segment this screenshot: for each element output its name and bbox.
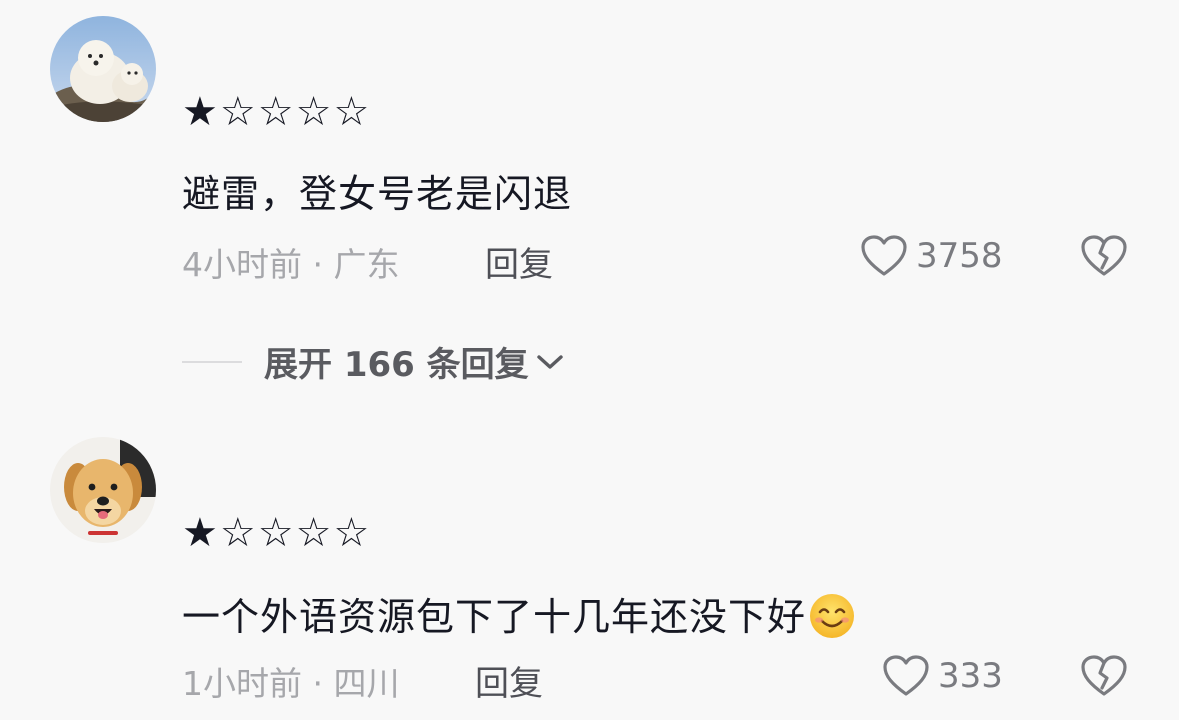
comment-text-content: 一个外语资源包下了十几年还没下好 [182,595,807,639]
rating-stars: ★☆☆☆☆ [182,513,371,553]
star-empty-icon: ☆☆☆☆ [219,89,372,135]
avatar[interactable] [50,16,156,122]
comment-list: ★☆☆☆☆ 避雷，登女号老是闪退 4小时前 · 广东 回复 3758 展开 16… [0,0,1179,720]
like-count: 333 [938,656,1003,696]
reply-button[interactable]: 回复 [475,656,543,705]
heart-icon [883,655,929,696]
star-filled-icon: ★ [182,89,220,135]
reply-button[interactable]: 回复 [485,237,553,286]
chevron-down-icon [536,354,563,369]
comment-text: 一个外语资源包下了十几年还没下好 [182,586,856,641]
comment-meta: 4小时前 · 广东 [182,245,400,284]
golden-retriever-avatar-icon [50,437,156,543]
divider-line [182,360,242,363]
broken-heart-icon [1081,235,1127,276]
comment-text: 避雷，登女号老是闪退 [182,172,573,216]
star-empty-icon: ☆☆☆☆ [219,510,372,556]
comment-item: ★☆☆☆☆ 避雷，登女号老是闪退 4小时前 · 广东 回复 3758 展开 16… [0,0,1179,420]
avatar[interactable] [50,437,156,543]
samoyed-dog-avatar-icon [50,16,156,122]
dislike-button[interactable] [1080,654,1128,698]
star-filled-icon: ★ [182,510,220,556]
expand-replies-label: 展开 166 条回复 [264,345,529,385]
rating-stars: ★☆☆☆☆ [182,92,371,132]
smiling-face-emoji-icon [810,594,855,638]
comment-meta: 1小时前 · 四川 [182,664,400,703]
like-count: 3758 [916,236,1003,276]
dislike-button[interactable] [1080,234,1128,278]
like-button[interactable]: 333 [882,654,1003,698]
comment-item: ★☆☆☆☆ 一个外语资源包下了十几年还没下好 1小时前 · 四川 回复 333 [0,420,1179,720]
broken-heart-icon [1081,655,1127,696]
heart-icon [861,235,907,276]
like-button[interactable]: 3758 [860,234,1003,278]
expand-replies-button[interactable]: 展开 166 条回复 [182,337,567,386]
